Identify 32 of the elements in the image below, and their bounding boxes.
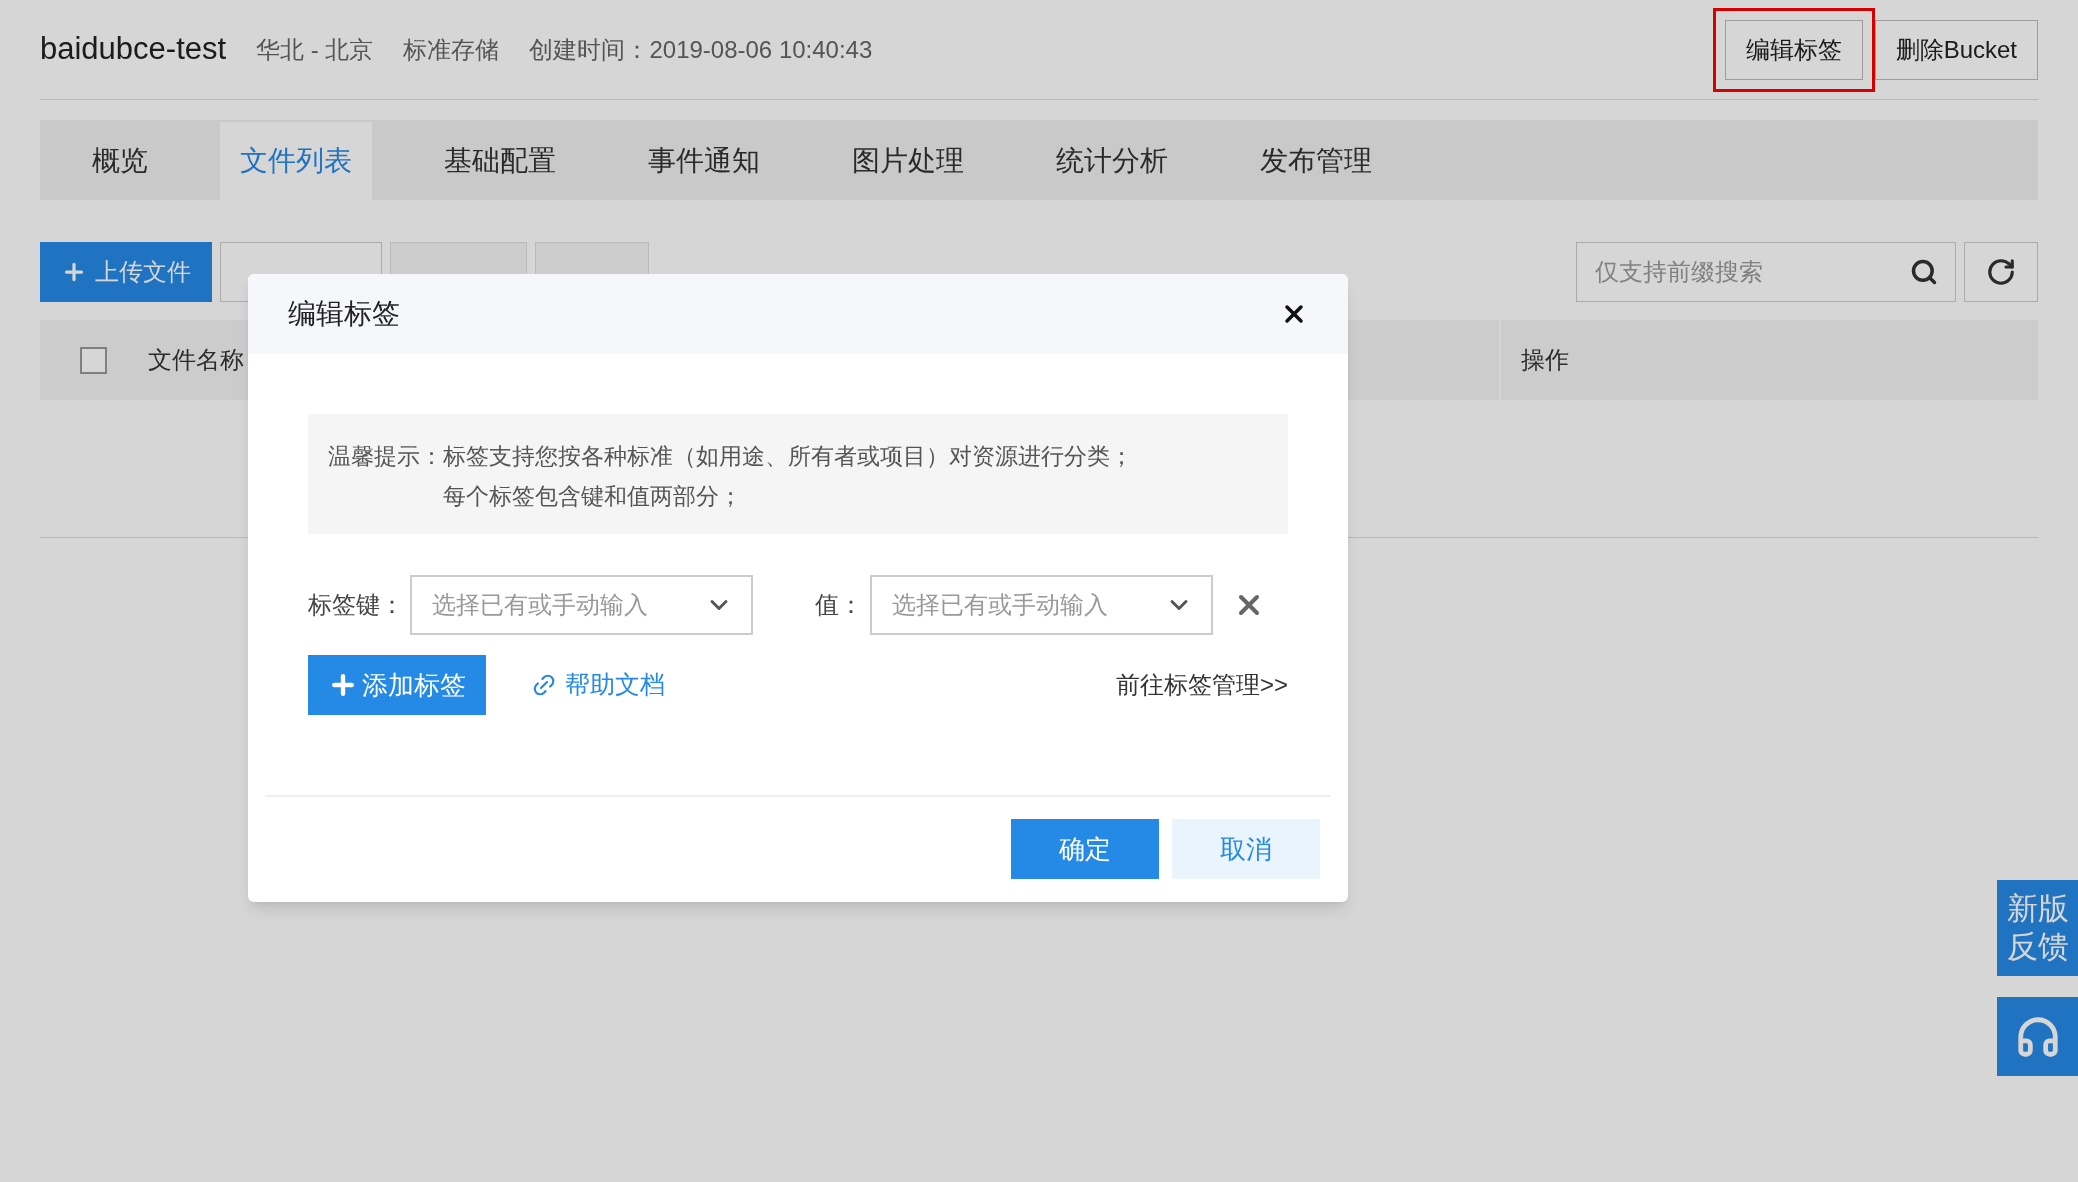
bucket-meta: 创建时间：2019-08-06 10:40:43 xyxy=(529,34,873,65)
key-select[interactable]: 选择已有或手动输入 xyxy=(410,575,753,635)
ok-button[interactable]: 确定 xyxy=(1011,819,1159,879)
tab[interactable]: 概览 xyxy=(72,122,168,200)
notice-label: 温馨提示： xyxy=(328,442,443,471)
notice-text: 标签支持您按各种标准（如用途、所有者或项目）对资源进行分类； xyxy=(443,442,1133,471)
help-link[interactable]: 帮助文档 xyxy=(531,666,665,704)
notice-text: 每个标签包含键和值两部分； xyxy=(443,482,743,511)
tag-management-link[interactable]: 前往标签管理>> xyxy=(1115,667,1288,703)
bucket-meta: 标准存储 xyxy=(403,34,500,65)
column-header: 文件名称 xyxy=(148,345,244,375)
select-all-checkbox[interactable] xyxy=(80,346,107,374)
key-label: 标签键： xyxy=(308,590,405,620)
support-button[interactable] xyxy=(1997,997,2078,1076)
dialog-title: 编辑标签 xyxy=(288,297,400,331)
tab[interactable]: 图片处理 xyxy=(832,122,984,200)
bucket-meta: 华北 - 北京 xyxy=(256,34,374,65)
column-header: 操作 xyxy=(1521,345,1569,375)
refresh-icon xyxy=(1986,257,2016,287)
header-button[interactable]: 删除Bucket xyxy=(1874,19,2038,80)
refresh-button[interactable] xyxy=(1964,242,2038,302)
header-button[interactable]: 编辑标签 xyxy=(1724,19,1863,80)
value-select[interactable]: 选择已有或手动输入 xyxy=(870,575,1213,635)
search-icon[interactable] xyxy=(1910,258,1938,286)
search-field[interactable]: 仅支持前缀搜索 xyxy=(1576,242,1956,302)
add-tag-button[interactable]: 添加标签 xyxy=(308,655,486,715)
tab[interactable]: 基础配置 xyxy=(424,122,576,200)
bucket-title: baidubce-test xyxy=(40,30,227,69)
tab[interactable]: 发布管理 xyxy=(1240,122,1392,200)
tab[interactable]: 事件通知 xyxy=(628,122,780,200)
tab[interactable]: 统计分析 xyxy=(1036,122,1188,200)
value-label: 值： xyxy=(815,590,864,620)
